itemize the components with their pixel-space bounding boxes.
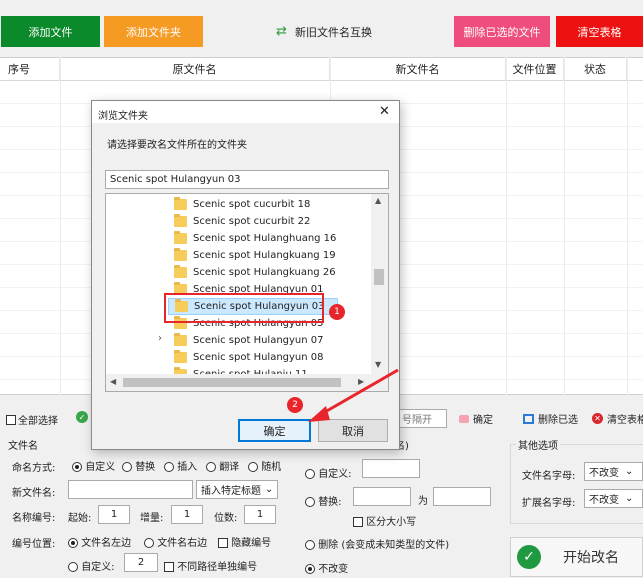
tree-item[interactable]: Scenic spot cucurbit 22 [174, 213, 310, 230]
arrow-icon [308, 368, 399, 422]
dialog-instruction: 请选择要改名文件所在的文件夹 [107, 140, 247, 151]
col-header-original-name[interactable]: 原文件名 [60, 57, 330, 80]
add-folder-button[interactable]: 添加文件夹 [104, 16, 203, 47]
folder-icon [174, 231, 187, 244]
expand-chevron-icon[interactable]: › [158, 333, 162, 344]
hide-number-checkbox[interactable]: 隐藏编号 [218, 534, 271, 549]
ext-replace-from-input[interactable] [353, 487, 411, 506]
new-name-input[interactable] [68, 480, 193, 499]
tree-item[interactable]: Scenic spot cucurbit 18 [174, 196, 310, 213]
swap-names-button[interactable]: ⇄ 新旧文件名互换 [262, 16, 386, 47]
folder-icon [174, 214, 187, 227]
dialog-close-icon[interactable]: ✕ [379, 104, 390, 119]
clear-table-bottom-button[interactable]: ✕ 清空表格 [592, 411, 643, 426]
check-circle-icon: ✓ [517, 545, 541, 569]
folder-icon [174, 197, 187, 210]
separate-path-checkbox[interactable]: 不同路径单独编号 [164, 558, 257, 573]
numbering-label: 名称编号: [12, 513, 56, 524]
new-name-label: 新文件名: [12, 488, 56, 499]
folder-path-input[interactable]: Scenic spot Hulangyun 03 [105, 170, 389, 189]
col-header-location[interactable]: 文件位置 [506, 57, 564, 80]
select-all-checkbox[interactable]: 全部选择 [6, 412, 58, 427]
start-rename-button[interactable]: ✓ 开始改名 [510, 537, 643, 577]
mode-insert-radio[interactable]: 插入 [164, 458, 197, 473]
confirm-number-button[interactable]: 确定 [459, 411, 493, 426]
folder-icon [174, 333, 187, 346]
other-options-title: 其他选项 [516, 437, 560, 452]
ext-no-change-radio[interactable]: 不改变 [305, 560, 348, 575]
folder-icon [174, 265, 187, 278]
chevron-down-icon: ⌄ [625, 493, 634, 504]
scroll-left-icon[interactable]: ◀ [110, 377, 116, 386]
scroll-up-icon[interactable]: ▲ [375, 196, 381, 205]
ext-case-dropdown[interactable]: 不改变 ⌄ [584, 489, 643, 508]
col-header-status[interactable]: 状态 [564, 57, 627, 80]
highlight-box [164, 293, 324, 323]
col-header-index[interactable]: 序号 [0, 57, 60, 80]
scroll-thumb[interactable] [374, 269, 384, 285]
start-rename-label: 开始改名 [563, 550, 619, 566]
start-label: 起始: [68, 513, 92, 524]
step-badge-1: 1 [329, 304, 345, 320]
select-all-label: 全部选择 [18, 416, 58, 427]
filename-group-title: 文件名 [8, 441, 38, 452]
ext-replace-radio[interactable]: 替换: [305, 493, 342, 508]
increment-label: 增量: [140, 513, 164, 524]
clear-table-button[interactable]: 清空表格 [556, 16, 643, 47]
dialog-title: 浏览文件夹 [98, 111, 148, 122]
mode-replace-radio[interactable]: 替换 [122, 458, 155, 473]
green-check-icon: ✓ [76, 411, 88, 423]
folder-icon [174, 248, 187, 261]
filename-case-dropdown[interactable]: 不改变 ⌄ [584, 462, 643, 481]
mode-random-radio[interactable]: 随机 [248, 458, 281, 473]
start-input[interactable]: 1 [98, 505, 130, 524]
select-all-box [6, 414, 16, 425]
digits-label: 位数: [214, 513, 238, 524]
naming-mode-label: 命名方式: [12, 463, 56, 474]
delete-selected-label: 删除已选 [538, 415, 578, 426]
swap-icon: ⇄ [276, 24, 287, 39]
delete-icon [523, 413, 534, 424]
ext-replace-to-input[interactable] [433, 487, 491, 506]
insert-title-dropdown[interactable]: 插入特定标题 ⌄ [196, 480, 278, 499]
other-options-panel [510, 444, 643, 524]
folder-icon [174, 350, 187, 363]
ext-custom-radio[interactable]: 自定义: [305, 465, 352, 480]
pos-custom-radio[interactable]: 自定义: [68, 558, 115, 573]
pos-right-radio[interactable]: 文件名右边 [144, 534, 207, 549]
mode-custom-radio[interactable]: 自定义 [72, 458, 115, 473]
increment-input[interactable]: 1 [171, 505, 203, 524]
confirm-number-label: 确定 [473, 415, 493, 426]
ext-custom-input[interactable] [362, 459, 420, 478]
filename-case-label: 文件名字母: [522, 471, 576, 482]
pos-left-radio[interactable]: 文件名左边 [68, 534, 131, 549]
mode-translate-radio[interactable]: 翻译 [206, 458, 239, 473]
tree-item[interactable]: Scenic spot Hulanghuang 16 [174, 230, 336, 247]
clear-table-label: 清空表格 [607, 415, 643, 426]
delete-selected-files-button[interactable]: 删除已选的文件 [454, 16, 550, 47]
vertical-scrollbar[interactable]: ▲ ▼ [371, 194, 388, 374]
chevron-down-icon: ⌄ [625, 466, 634, 477]
ext-delete-radio[interactable]: 删除 (会变成未知类型的文件) [305, 536, 449, 551]
col-header-new-name[interactable]: 新文件名 [330, 57, 506, 80]
delete-selected-button[interactable]: 删除已选 [523, 411, 578, 426]
tree-item[interactable]: Scenic spot Hulangkuang 19 [174, 247, 336, 264]
eraser-icon [459, 414, 469, 423]
tree-item[interactable]: Scenic spot Hulangkuang 26 [174, 264, 336, 281]
tree-item[interactable]: Scenic spot Hulangyun 07 [174, 332, 324, 349]
position-label: 编号位置: [12, 539, 56, 550]
swap-names-label: 新旧文件名互换 [294, 25, 372, 39]
ext-to-label: 为 [418, 496, 428, 507]
case-sensitive-checkbox[interactable]: 区分大小写 [353, 513, 416, 528]
custom-position-input[interactable]: 2 [124, 553, 158, 572]
chevron-down-icon: ⌄ [265, 484, 274, 495]
digits-input[interactable]: 1 [244, 505, 276, 524]
ext-case-label: 扩展名字母: [522, 498, 576, 509]
clear-icon: ✕ [592, 413, 603, 424]
add-file-button[interactable]: 添加文件 [1, 16, 100, 47]
